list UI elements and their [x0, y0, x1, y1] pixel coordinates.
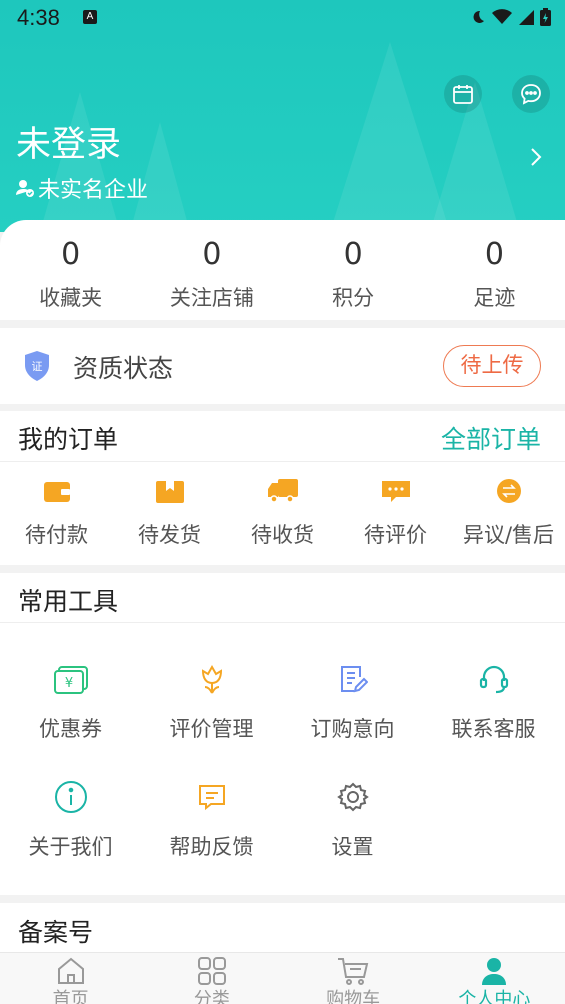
tab-cart[interactable]: 购物车: [283, 953, 424, 1004]
flower-icon: [201, 664, 222, 694]
tool-about-us[interactable]: 关于我们: [0, 779, 141, 861]
stat-value: 0: [484, 237, 504, 272]
tool-label: 帮助反馈: [169, 835, 254, 859]
stat-footprint[interactable]: 0 足迹: [424, 220, 565, 320]
header-decoration: [330, 42, 450, 232]
tool-label: 联系客服: [451, 717, 536, 741]
orders-title: 我的订单: [18, 425, 119, 454]
grid-icon: [197, 957, 226, 985]
calendar-icon: [453, 85, 473, 104]
info-icon: [54, 781, 87, 813]
tab-category[interactable]: 分类: [141, 953, 282, 1004]
edit-doc-icon: [340, 666, 368, 693]
tools-section: 常用工具 ¥ 优惠券 评价管理 订购意向 联系客服 关于我们 帮助反馈 设置: [0, 573, 565, 895]
svg-text:证: 证: [32, 360, 43, 373]
feedback-icon: [198, 785, 225, 811]
stat-label: 关注店铺: [169, 286, 254, 310]
coupon-icon: ¥: [53, 666, 88, 694]
tools-title: 常用工具: [18, 587, 119, 616]
order-pending-receipt[interactable]: 待收货: [226, 477, 339, 549]
package-icon: [155, 481, 184, 503]
truck-icon: [267, 479, 298, 503]
orders-section: 我的订单 全部订单 待付款 待发货 待收货 待评价 异议/售后: [0, 411, 565, 565]
tab-label: 购物车: [326, 989, 381, 1004]
certificate-shield-icon: 证: [25, 351, 49, 381]
comment-icon: [381, 481, 410, 502]
calendar-button[interactable]: [444, 75, 482, 113]
tab-label: 首页: [52, 989, 89, 1004]
user-verify-icon: [16, 180, 34, 197]
tool-coupon[interactable]: ¥ 优惠券: [0, 661, 141, 743]
signal-icon: [519, 10, 534, 25]
stat-value: 0: [202, 237, 222, 272]
beian-title: 备案号: [18, 918, 94, 947]
order-label: 异议/售后: [462, 523, 555, 547]
bottom-tabbar: 首页 分类 购物车 个人中心: [0, 952, 565, 1004]
battery-icon: [540, 8, 551, 26]
wallet-icon: [43, 482, 70, 502]
stats-bar: 0 收藏夹 0 关注店铺 0 积分 0 足迹: [0, 220, 565, 320]
all-orders-link[interactable]: 全部订单: [441, 420, 541, 456]
order-pending-shipment[interactable]: 待发货: [113, 477, 226, 549]
exchange-icon: [496, 479, 521, 503]
stat-label: 积分: [332, 286, 375, 310]
stat-points[interactable]: 0 积分: [283, 220, 424, 320]
cart-icon: [338, 958, 369, 985]
gear-icon: [336, 782, 369, 812]
status-bar: 4:38 A: [0, 0, 565, 36]
order-after-sale[interactable]: 异议/售后: [452, 477, 565, 549]
tool-help-feedback[interactable]: 帮助反馈: [141, 779, 282, 861]
headset-icon: [479, 665, 508, 694]
message-button[interactable]: [512, 75, 550, 113]
qualification-label: 资质状态: [73, 354, 174, 383]
qualification-row[interactable]: 证 资质状态 待上传: [0, 328, 565, 404]
tab-profile[interactable]: 个人中心: [424, 953, 565, 1004]
tool-purchase-intent[interactable]: 订购意向: [282, 661, 423, 743]
tab-label: 分类: [193, 989, 230, 1004]
divider: [0, 461, 565, 462]
upload-status-button[interactable]: 待上传: [443, 345, 541, 387]
profile-header: 4:38 A 未登录 未实名企业: [0, 0, 565, 232]
verify-status-label: 未实名企业: [38, 178, 149, 203]
home-icon: [57, 957, 84, 984]
chevron-right-icon[interactable]: [529, 146, 543, 168]
divider: [0, 622, 565, 623]
stat-value: 0: [61, 237, 81, 272]
order-label: 待评价: [364, 523, 427, 547]
wifi-icon: [492, 9, 512, 24]
tool-customer-service[interactable]: 联系客服: [423, 661, 564, 743]
tool-settings[interactable]: 设置: [282, 779, 423, 861]
tool-label: 设置: [331, 835, 374, 859]
stat-label: 收藏夹: [39, 286, 103, 310]
order-pending-review[interactable]: 待评价: [339, 477, 452, 549]
status-icons: [470, 8, 551, 26]
status-time: 4:38: [17, 5, 60, 30]
tool-label: 关于我们: [28, 835, 113, 859]
svg-text:¥: ¥: [64, 676, 72, 691]
order-label: 待发货: [138, 523, 201, 547]
tool-label: 订购意向: [310, 717, 395, 741]
stat-favorites[interactable]: 0 收藏夹: [0, 220, 141, 320]
order-label: 待付款: [25, 523, 88, 547]
notification-icon: A: [83, 10, 97, 24]
stat-label: 足迹: [473, 286, 516, 310]
order-label: 待收货: [251, 523, 314, 547]
tool-review-management[interactable]: 评价管理: [141, 661, 282, 743]
tool-label: 优惠券: [39, 717, 102, 741]
order-pending-payment[interactable]: 待付款: [0, 477, 113, 549]
user-icon: [482, 958, 507, 985]
tool-label: 评价管理: [169, 717, 254, 741]
moon-icon: [473, 10, 484, 23]
stat-followed-shops[interactable]: 0 关注店铺: [141, 220, 282, 320]
tab-label: 个人中心: [458, 989, 531, 1004]
verify-status[interactable]: 未实名企业: [16, 172, 148, 204]
stat-value: 0: [343, 237, 363, 272]
message-icon: [521, 84, 541, 105]
tab-home[interactable]: 首页: [0, 953, 141, 1004]
user-name[interactable]: 未登录: [16, 116, 121, 167]
